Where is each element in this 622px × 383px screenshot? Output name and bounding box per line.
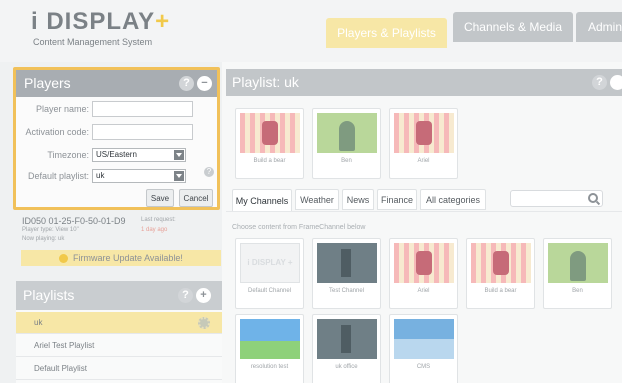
channel-item[interactable]: i DISPLAY + Default Channel (235, 238, 304, 309)
playlist-item-label: Default Playlist (34, 364, 87, 373)
default-channel-thumbnail: i DISPLAY + (240, 243, 300, 283)
playlist-item[interactable]: Ariel (389, 108, 458, 179)
collapse-icon[interactable]: − (197, 76, 212, 91)
channel-search-input[interactable] (510, 190, 603, 207)
thumbnail-image (394, 243, 454, 283)
logo-subtitle: Content Management System (33, 37, 153, 47)
players-panel: Players ? − Player name: Activation code… (13, 67, 220, 210)
channel-item[interactable]: Test Channel (312, 238, 381, 309)
channel-item[interactable]: Ariel (389, 238, 458, 309)
playlist-item-caption: Ariel (417, 158, 430, 164)
tab-finance[interactable]: Finance (377, 189, 417, 210)
channel-caption: uk office (335, 364, 358, 370)
firmware-update-text: Firmware Update Available! (73, 253, 183, 263)
thumbnail-image (394, 319, 454, 359)
players-header: Players ? − (16, 70, 217, 97)
thumbnail-image (317, 113, 377, 153)
playlist-item-caption: Build a bear (253, 158, 286, 164)
thumbnail-image (240, 113, 300, 153)
player-name-input[interactable] (92, 101, 193, 117)
logo: i DISPLAY+ (31, 8, 170, 36)
player-info[interactable]: ID050 01-25-F0-50-01-D9 Player type: Vie… (16, 212, 222, 267)
thumbnail-image (394, 113, 454, 153)
help-icon[interactable]: ? (178, 288, 193, 303)
timezone-label: Timezone: (47, 150, 89, 160)
playlist-item[interactable]: Build a bear (235, 108, 304, 179)
playlists-title: Playlists (23, 287, 75, 303)
default-playlist-label: Default playlist: (27, 171, 89, 181)
firmware-update-banner[interactable]: Firmware Update Available! (21, 250, 221, 266)
add-playlist-icon[interactable]: + (196, 288, 211, 303)
thumbnail-image (240, 319, 300, 359)
content-hint: Choose content from FrameChannel below (232, 224, 366, 231)
logo-text: i DISPLAY (31, 8, 156, 35)
channel-item[interactable]: resolution test (235, 314, 304, 383)
channel-caption: CMS (416, 364, 431, 370)
header: i DISPLAY+ Content Management System Pla… (0, 0, 622, 62)
player-id: ID050 01-25-F0-50-01-D9 (22, 216, 126, 226)
channel-item[interactable]: Build a bear (466, 238, 535, 309)
play-icon[interactable] (610, 75, 622, 90)
playlist-item[interactable]: Ben (312, 108, 381, 179)
thumbnail-image (317, 243, 377, 283)
help-icon[interactable]: ? (592, 75, 607, 90)
help-icon[interactable]: ? (179, 76, 194, 91)
channel-caption: Build a bear (484, 288, 517, 294)
thumbnail-image (317, 319, 377, 359)
tab-all-categories[interactable]: All categories (420, 189, 486, 210)
cancel-button[interactable]: Cancel (179, 189, 213, 207)
timezone-select[interactable]: US/Eastern (92, 148, 186, 162)
channel-caption: Ariel (417, 288, 430, 294)
playlists-header: Playlists ? + (16, 281, 222, 310)
gear-icon[interactable] (198, 317, 210, 329)
logo-plus-icon: + (155, 8, 171, 35)
channel-item[interactable]: Ben (543, 238, 612, 309)
channel-caption: Test Channel (328, 288, 365, 294)
divider (226, 211, 622, 212)
channel-item[interactable]: uk office (312, 314, 381, 383)
playlist-title: Playlist: uk (232, 74, 299, 90)
last-request-value: 1 day ago (141, 227, 168, 233)
playlists-panel: Playlists ? + uk Ariel Test Playlist Def… (16, 281, 222, 383)
tab-my-channels[interactable]: My Channels (232, 189, 292, 212)
chevron-down-icon (174, 171, 184, 181)
save-button[interactable]: Save (146, 189, 174, 207)
alert-icon (59, 253, 69, 263)
channel-caption: resolution test (250, 364, 289, 370)
search-icon[interactable] (588, 193, 598, 203)
channel-caption: Ben (572, 288, 583, 294)
activation-code-input[interactable] (92, 124, 193, 140)
playlist-item-default[interactable]: Default Playlist (16, 358, 222, 380)
thumbnail-image (471, 243, 531, 283)
last-request-label: Last request: (141, 217, 176, 223)
now-playing: Now playing: uk (22, 236, 65, 242)
playlist-item-uk[interactable]: uk (16, 312, 222, 334)
playlist-item-label: uk (34, 318, 43, 327)
field-help-icon[interactable]: ? (204, 167, 214, 177)
thumbnail-image (548, 243, 608, 283)
tab-weather[interactable]: Weather (295, 189, 339, 210)
tab-channels-media[interactable]: Channels & Media (453, 12, 573, 42)
player-type: Player type: View 10" (22, 227, 79, 233)
player-name-label: Player name: (35, 104, 89, 114)
default-playlist-value: uk (96, 171, 105, 180)
playlist-item-label: Ariel Test Playlist (34, 341, 95, 350)
tab-players-playlists[interactable]: Players & Playlists (326, 18, 447, 48)
players-title: Players (24, 75, 71, 91)
playlist-header: Playlist: uk ? (226, 69, 622, 96)
activation-code-label: Activation code: (25, 127, 89, 137)
timezone-value: US/Eastern (96, 150, 137, 159)
playlist-item-ariel-test[interactable]: Ariel Test Playlist (16, 335, 222, 357)
tab-admin[interactable]: Admin (576, 12, 622, 42)
default-playlist-select[interactable]: uk (92, 169, 186, 183)
playlist-item-caption: Ben (341, 158, 352, 164)
channel-item[interactable]: CMS (389, 314, 458, 383)
chevron-down-icon (174, 150, 184, 160)
tab-news[interactable]: News (342, 189, 374, 210)
channel-caption: Default Channel (247, 288, 292, 294)
